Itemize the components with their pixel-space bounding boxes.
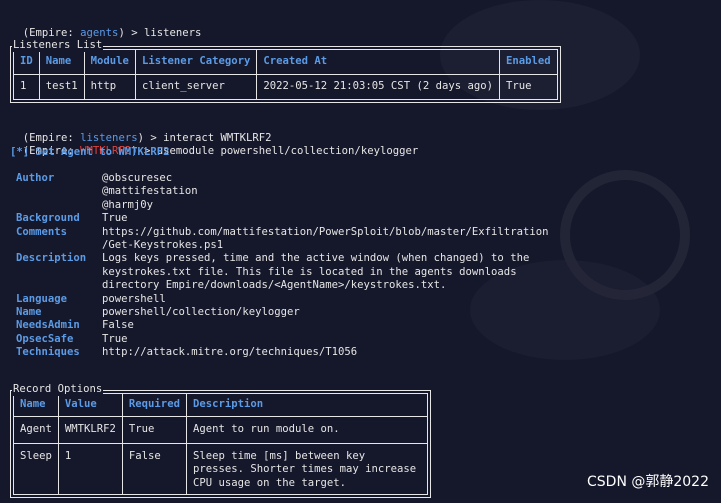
table-header-row: ID Name Module Listener Category Created… bbox=[13, 49, 558, 75]
info-row: Comments https://github.com/mattifestatio… bbox=[16, 225, 549, 252]
options-table-title: Record Options bbox=[12, 383, 104, 397]
table-row: Sleep 1 False Sleep time [ms] between ke… bbox=[13, 442, 428, 496]
info-row: OpsecSafe True bbox=[16, 332, 128, 345]
info-row: Description Logs keys pressed, time and t… bbox=[16, 252, 530, 292]
watermark: CSDN @郭静2022 bbox=[587, 473, 709, 490]
prompt-agents: (Empire: agents) > listeners bbox=[22, 27, 202, 40]
info-row: Name powershell/collection/keylogger bbox=[16, 306, 300, 319]
table-row: Agent WMTKLRF2 True Agent to run module … bbox=[13, 416, 428, 444]
info-row: Author @obscuresec @mattifestation @harmj… bbox=[16, 172, 198, 211]
command-text: usemodule powershell/collection/keylogge… bbox=[156, 145, 419, 158]
info-row: Techniques http://attack.mitre.org/techni… bbox=[16, 346, 358, 359]
options-table: Name Value Required Description Agent WM… bbox=[13, 393, 428, 496]
status-message: [*] Set Agent to WMTKLRF2 bbox=[10, 146, 170, 158]
listeners-table-frame: Listeners List ID Name Module Listener C… bbox=[10, 39, 561, 103]
listeners-table: ID Name Module Listener Category Created… bbox=[13, 49, 558, 100]
listeners-table-title: Listeners List bbox=[12, 39, 104, 53]
info-row: NeedsAdmin False bbox=[16, 319, 134, 332]
info-row: Background True bbox=[16, 212, 128, 225]
options-table-frame: Record Options Name Value Required Descr… bbox=[10, 383, 431, 499]
table-header-row: Name Value Required Description bbox=[13, 393, 428, 417]
info-row: Language powershell bbox=[16, 292, 166, 305]
module-info: Author @obscuresec @mattifestation @harmj… bbox=[16, 172, 548, 360]
table-row: 1 test1 http client_server 2022-05-12 21… bbox=[13, 74, 558, 100]
command-text: listeners bbox=[143, 27, 202, 40]
